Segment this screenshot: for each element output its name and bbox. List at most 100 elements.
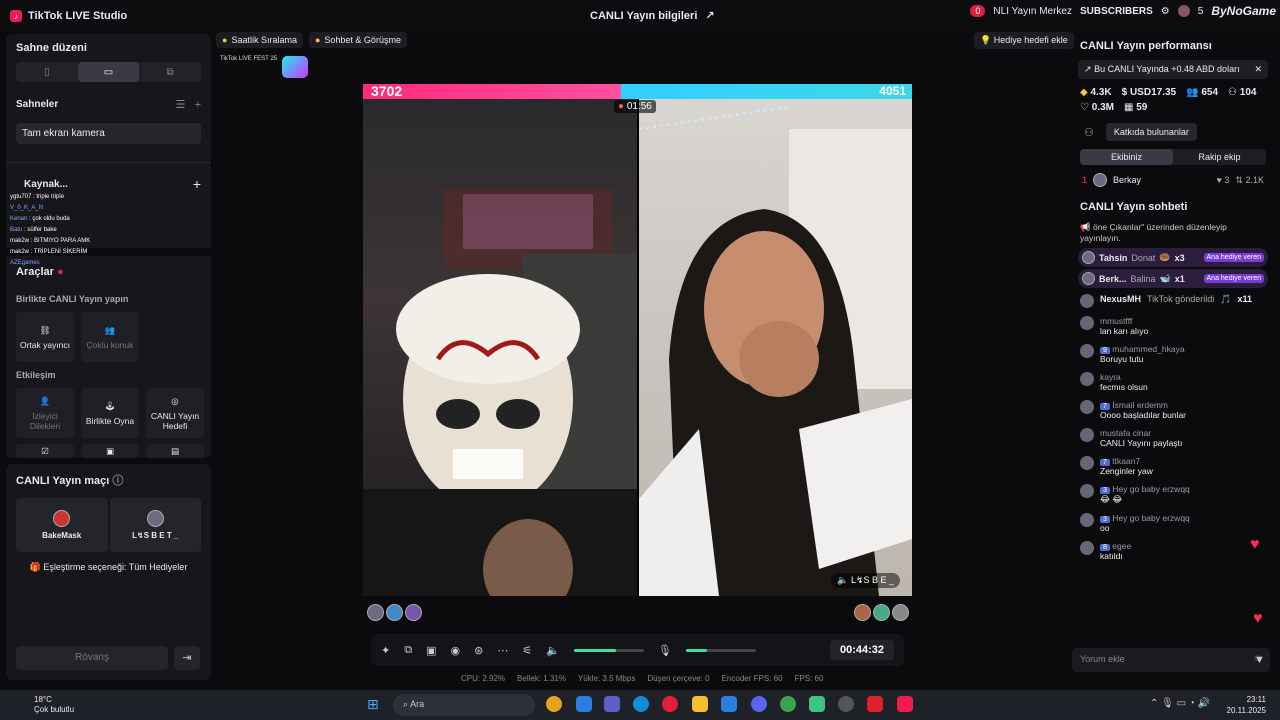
chrome-icon[interactable] [546,696,562,712]
chat-message[interactable]: 7 ttkaan7 Zenginler yaw [1078,452,1268,480]
avatar[interactable] [405,604,422,621]
comment-input[interactable]: Yorum ekle ☺ [1072,648,1270,672]
capture-icon[interactable]: ⧉ [404,644,412,657]
floating-heart-icon: ♥ [1253,610,1263,627]
scene-item[interactable]: Tam ekran kamera [16,123,201,144]
windows-icon[interactable]: ⊞ [367,696,383,712]
user-plus-icon: ⚇ [1228,87,1237,98]
message-text: lan karı alıyo [1100,326,1149,336]
level-badge: 9 [1100,347,1110,354]
play-together-button[interactable]: 🕹 Birlikte Oyna [81,388,139,438]
right-camera [639,99,912,596]
magic-wand-icon[interactable]: ✦ [381,644,390,657]
chat-message[interactable]: 9 muhammed_hkaya Boruyu tutu [1078,340,1268,368]
app-title: TikTok LIVE Studio [28,10,128,22]
obs-icon[interactable] [838,696,854,712]
tiktok-icon[interactable] [897,696,913,712]
chat-message[interactable]: 8 egee katıldı [1078,537,1268,565]
layout-icon[interactable]: ▣ [426,644,436,657]
chat-tag[interactable]: ● Sohbet & Görüşme [308,32,407,48]
chat-message[interactable]: kayra fecmıs olsun [1078,368,1268,396]
add-source-icon[interactable]: + [193,176,201,192]
record-icon[interactable]: ◉ [450,644,460,657]
chat-message[interactable]: mustafa cinar CANLI Yayını paylaştı [1078,424,1268,452]
cohost-button[interactable]: ⛓ Ortak yayıncı [16,312,74,362]
add-scene-icon[interactable]: + [195,99,201,111]
taskbar-search[interactable]: ⌕ Ara [393,694,535,716]
speaker-icon[interactable]: 🔈 [837,575,848,585]
live-info[interactable]: CANLI Yayın bilgileri ↗ [590,9,715,23]
list-icon[interactable]: ☰ [176,99,186,111]
microphone-icon[interactable]: 🎙 [658,644,672,657]
portrait-layout-icon[interactable]: ▯ [16,62,78,82]
minimize-button[interactable]: 5 [1198,6,1204,17]
viewer-requests-button[interactable]: 👤 İzleyici Dilekleri [16,388,74,438]
effects-icon[interactable]: ⊛ [474,644,483,657]
discord-icon[interactable] [751,696,767,712]
hourly-label: Saatlik Sıralama [231,35,297,45]
avatar[interactable] [367,604,384,621]
help-icon[interactable]: ⓘ [112,475,123,487]
avatar [1080,316,1094,330]
folder-icon[interactable] [692,696,708,712]
speaker-icon[interactable]: 🔈 [546,644,560,657]
edge-icon[interactable] [633,696,649,712]
leaderboard-row[interactable]: 1 Berkay ♥ 3 ⇅ 2.1K [1072,169,1274,191]
youtube-icon[interactable] [867,696,883,712]
gift-goal-button[interactable]: 💡 Hediye hedefi ekle [974,32,1074,49]
notification-badge[interactable]: 0 [970,5,986,17]
gift-message[interactable]: Tahsin Donat 🍩 x3 Ana hediye veren [1078,248,1268,267]
tab-our-team[interactable]: Ekibiniz [1080,149,1173,165]
equalizer-icon[interactable]: ⚟ [522,644,532,657]
gift-message[interactable]: NexusMH TikTok gönderildi 🎵 x11 [1078,290,1268,312]
chevron-up-icon[interactable]: ⌃ [1150,698,1158,709]
tab-rival-team[interactable]: Rakip ekip [1173,149,1266,165]
match-option[interactable]: 🎁 Eşleştirme seçeneği: Tüm Hediyeler [6,562,211,573]
store-icon[interactable] [721,696,737,712]
display-icon[interactable]: ▭ [1177,698,1186,709]
app-icon[interactable] [809,696,825,712]
more-icon[interactable]: ⋯ [497,644,508,657]
mic-slider[interactable] [685,648,756,652]
live-center-link[interactable]: NLI Yayın Merkez [993,6,1072,17]
chat-message[interactable]: 3 Hey go baby erzwqq oo [1078,509,1268,537]
avatar[interactable] [854,604,871,621]
contributors-button[interactable]: Katkıda bulunanlar [1105,123,1197,141]
settings-icon[interactable]: ⚙ [1161,6,1170,17]
player-right-name: L↯S B E T _ [132,531,179,540]
multi-guest-button[interactable]: 👥 Çoklu konuk [81,312,139,362]
avatar[interactable] [1177,5,1190,17]
store-icon[interactable]: ▤ [146,444,204,458]
exit-icon[interactable]: ⇥ [174,646,200,670]
avatar[interactable] [386,604,403,621]
filter-icon[interactable]: ▼ [1254,654,1265,666]
share-icon[interactable]: ↗ [705,9,714,22]
chrome-icon[interactable] [780,696,796,712]
live-goal-button[interactable]: ◎ CANLI Yayın Hedefi [146,388,204,438]
volume-icon[interactable]: 🔊 [1198,698,1210,709]
chat-message[interactable]: 7 İsmail erdemm Oooo başladılar bunlar [1078,396,1268,424]
chat-message[interactable]: 3 Hey go baby erzwqq 😂 😂 [1078,480,1268,509]
gift-message[interactable]: Berk... Balina 🐋 x1 Ana hediye veren [1078,269,1268,288]
teams-icon[interactable] [604,696,620,712]
rematch-button[interactable]: Rövanş [16,646,168,670]
hourly-ranking-tag[interactable]: ● Saatlik Sıralama [216,32,303,48]
avatar [1080,541,1094,555]
checklist-icon[interactable]: ☑ [16,444,74,458]
score-right: 4051 [621,84,912,99]
live-info-title: CANLI Yayın bilgileri [590,9,698,22]
clock[interactable]: 23:11 20.11.2025 [1227,694,1266,716]
landscape-layout-icon[interactable]: ▭ [77,62,140,82]
network-icon[interactable]: ◔ [1189,698,1195,709]
microphone-icon[interactable]: 🎙 [1161,698,1174,709]
avatar[interactable] [873,604,890,621]
opera-icon[interactable] [662,696,678,712]
avatar[interactable] [892,604,909,621]
app-icon[interactable] [576,696,592,712]
close-icon[interactable]: ✕ [1254,64,1262,75]
box-icon[interactable]: ▣ [81,444,139,458]
weather-widget[interactable]: 18°C Çok bulutlu [0,695,74,715]
volume-slider[interactable] [573,648,644,652]
custom-layout-icon[interactable]: ⧉ [139,62,201,82]
chat-message[interactable]: mmustfff lan karı alıyo [1078,312,1268,340]
